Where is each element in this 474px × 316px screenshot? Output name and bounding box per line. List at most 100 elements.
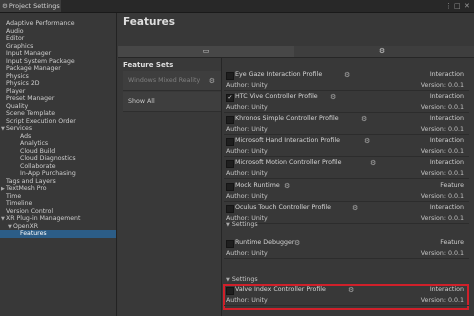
sidebar-item-xr-plug-in-management[interactable]: ▼XR Plug-in Management [0,215,116,223]
feature-row: Khronos Simple Controller Profile ⚙ Intera… [224,115,469,135]
chevron-down-icon: ▼ [226,222,230,228]
sidebar-item-timeline[interactable]: Timeline [0,200,116,208]
sidebar-item-label: Analytics [20,140,49,147]
sidebar-item-player[interactable]: Player [0,88,116,96]
sidebar-item-audio[interactable]: Audio [0,28,116,36]
sidebar-item-cloud-diagnostics[interactable]: Cloud Diagnostics [0,155,116,163]
sidebar-item-package-manager[interactable]: Package Manager [0,65,116,73]
sidebar-item-version-control[interactable]: Version Control [0,208,116,216]
feature-version: Version: 0.0.1 [420,250,464,257]
sidebar-item-script-execution-order[interactable]: Script Execution Order [0,118,116,126]
feature-row: Runtime Debugger ⚙ Feature Author: Unity Ver… [224,239,469,259]
android-icon: ⚙ [378,47,386,55]
feature-author: Author: Unity [226,170,268,177]
settings-label: Settings [231,276,258,283]
sidebar-item-label: Scene Template [6,110,56,117]
monitor-icon: ▭ [202,47,210,55]
feature-name: Oculus Touch Controller Profile [235,204,332,211]
feature-set-windows-mixed-reality[interactable]: Windows Mixed Reality ⚙ [123,71,221,91]
feature-checkbox[interactable]: ✓ [226,94,234,102]
feature-checkbox[interactable] [226,72,234,80]
more-icon[interactable]: ⋮ [445,1,452,11]
sidebar-item-adaptive-performance[interactable]: Adaptive Performance [0,20,116,28]
feature-set-show-all[interactable]: Show All [123,92,221,112]
sidebar-item-cloud-build[interactable]: Cloud Build [0,148,116,156]
sidebar-item-editor[interactable]: Editor [0,35,116,43]
settings-foldout[interactable]: ▼ Settings [226,276,471,284]
sidebar-item-scene-template[interactable]: Scene Template [0,110,116,118]
gear-icon[interactable]: ⚙ [364,137,370,145]
sidebar-item-label: Features [20,230,47,237]
sidebar-item-label: Preset Manager [6,95,55,102]
feature-checkbox[interactable] [226,160,234,168]
feature-category: Interaction [429,204,464,211]
sidebar-item-input-manager[interactable]: Input Manager [0,50,116,58]
feature-category: Interaction [429,159,464,166]
feature-set-label: Windows Mixed Reality [128,77,201,84]
gear-icon[interactable]: ⚙ [370,159,376,167]
feature-row: Mock Runtime ⚙ Feature Author: Unity Version… [224,182,469,202]
sidebar-item-physics-2d[interactable]: Physics 2D [0,80,116,88]
gear-icon: ⚙ [2,2,8,10]
sidebar-item-label: Input Manager [6,50,52,57]
maximize-icon[interactable]: □ [454,1,461,11]
feature-checkbox[interactable] [226,138,234,146]
feature-author: Author: Unity [226,148,268,155]
close-icon[interactable]: ✕ [464,1,470,11]
feature-name: Runtime Debugger [235,239,295,246]
sidebar-item-features[interactable]: Features [0,230,116,238]
sidebar-item-tags-and-layers[interactable]: Tags and Layers [0,178,116,186]
sidebar-item-input-system-package[interactable]: Input System Package [0,58,116,66]
sidebar-item-label: Audio [6,27,24,35]
sidebar-item-quality[interactable]: Quality [0,103,116,111]
project-settings-tab[interactable]: ⚙Project Settings [0,0,61,12]
feature-category: Interaction [429,93,464,100]
platform-tab-bar: ▭ ⚙ [118,46,474,58]
gear-icon[interactable]: ⚙ [330,93,336,101]
gear-icon[interactable]: ⚙ [284,182,290,190]
sidebar-item-ads[interactable]: Ads [0,133,116,141]
sidebar-item-physics[interactable]: Physics [0,73,116,81]
sidebar-item-collaborate[interactable]: Collaborate [0,163,116,171]
sidebar-item-label: Timeline [6,200,33,207]
sidebar-item-preset-manager[interactable]: Preset Manager [0,95,116,103]
gear-icon[interactable]: ⚙ [352,204,358,212]
feature-category: Interaction [429,115,464,122]
feature-checkbox[interactable] [226,183,234,191]
gear-icon[interactable]: ⚙ [344,71,350,79]
sidebar-item-services[interactable]: ▼Services [0,125,116,133]
gear-icon[interactable]: ⚙ [348,286,354,294]
feature-checkbox[interactable] [226,240,234,248]
sidebar-item-analytics[interactable]: Analytics [0,140,116,148]
gear-icon[interactable]: ⚙ [209,71,215,91]
sidebar-item-label: Collaborate [20,162,56,170]
feature-sets-panel: Feature Sets Windows Mixed Reality ⚙ Sho… [118,58,222,316]
sidebar-item-label: OpenXR [13,222,39,230]
tab-standalone[interactable]: ▭ [118,46,294,57]
feature-row: Valve Index Controller Profile ⚙ Interacti… [224,286,469,306]
settings-label: Settings [231,221,258,228]
sidebar-item-in-app-purchasing[interactable]: In-App Purchasing [0,170,116,178]
feature-checkbox[interactable] [226,205,234,213]
feature-row: Microsoft Hand Interaction Profile ⚙ Inter… [224,137,469,157]
sidebar-item-time[interactable]: Time [0,193,116,201]
sidebar-item-label: Script Execution Order [6,117,76,125]
sidebar-item-label: Physics 2D [6,80,40,87]
feature-author: Author: Unity [226,297,268,304]
feature-category: Feature [440,182,464,189]
feature-version: Version: 0.0.1 [420,297,464,304]
feature-author: Author: Unity [226,82,268,89]
sidebar-item-openxr[interactable]: ▼OpenXR [0,223,116,231]
tab-android[interactable]: ⚙ [294,46,470,57]
feature-checkbox[interactable] [226,287,234,295]
sidebar-item-label: Services [6,125,33,132]
sidebar-item-label: Version Control [6,207,54,215]
sidebar-item-textmesh-pro[interactable]: ▶TextMesh Pro [0,185,116,193]
sidebar-item-label: Graphics [6,42,34,50]
feature-row: ✓ HTC Vive Controller Profile ⚙ Interaction… [224,93,469,113]
gear-icon[interactable]: ⚙ [294,239,300,247]
feature-checkbox[interactable] [226,116,234,124]
gear-icon[interactable]: ⚙ [361,115,367,123]
sidebar-item-graphics[interactable]: Graphics [0,43,116,51]
settings-foldout[interactable]: ▼ Settings [226,221,471,229]
